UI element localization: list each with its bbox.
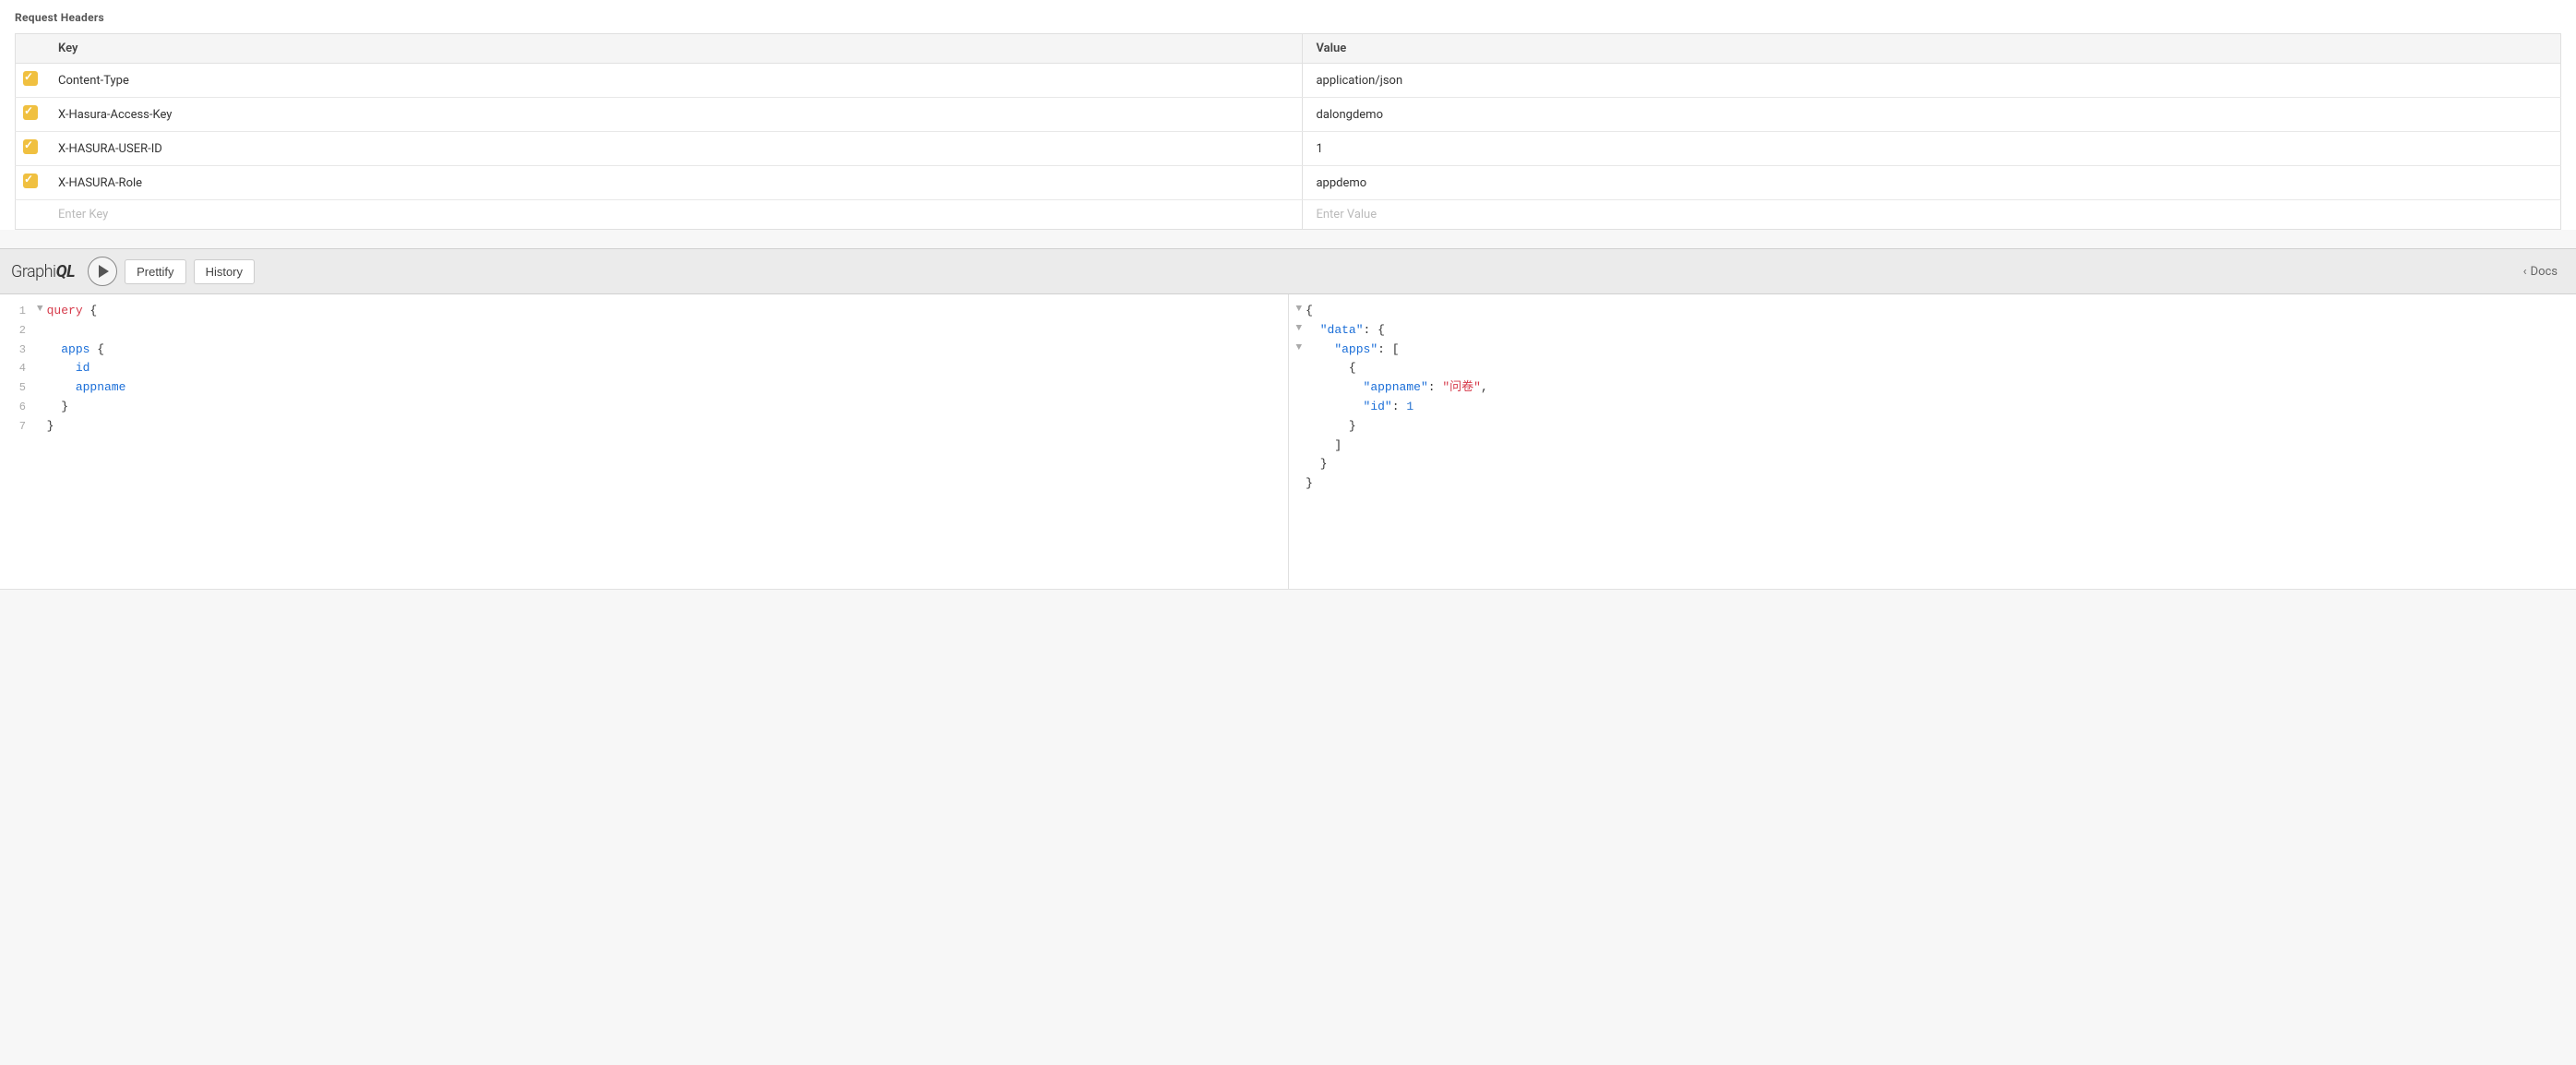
- empty-value-input[interactable]: Enter Value: [1303, 200, 2561, 230]
- result-line-2: ▼ "data" : {: [1289, 321, 2576, 341]
- query-editor[interactable]: 1 ▼ query { 2 3 apps { 4: [0, 294, 1288, 444]
- row-key[interactable]: Content-Type: [45, 64, 1303, 98]
- row-checkbox-cell[interactable]: [16, 166, 46, 200]
- query-line-4: 4 id: [0, 359, 1288, 378]
- checkbox-icon[interactable]: [23, 174, 38, 188]
- checkbox-icon[interactable]: [23, 105, 38, 120]
- row-value[interactable]: appdemo: [1303, 166, 2561, 200]
- value-placeholder: Enter Value: [1316, 208, 1377, 221]
- query-line-7: 7 }: [0, 417, 1288, 437]
- query-panel[interactable]: 1 ▼ query { 2 3 apps { 4: [0, 294, 1289, 589]
- result-line-4: {: [1289, 359, 2576, 378]
- headers-table: Key Value Content-Type application/json …: [15, 33, 2561, 230]
- result-line-3: ▼ "apps" : [: [1289, 341, 2576, 360]
- graphiql-ql: QL: [56, 262, 76, 281]
- empty-checkbox-cell: [16, 200, 46, 230]
- checkbox-icon[interactable]: [23, 139, 38, 154]
- result-line-5: "appname" : "问卷" ,: [1289, 378, 2576, 398]
- result-display: ▼ { ▼ "data" : { ▼ "apps" : [ {: [1289, 294, 2576, 501]
- result-panel: ▼ { ▼ "data" : { ▼ "apps" : [ {: [1289, 294, 2576, 589]
- row-checkbox-cell[interactable]: [16, 98, 46, 132]
- row-value[interactable]: 1: [1303, 132, 2561, 166]
- header-empty-row: Enter Key Enter Value: [16, 200, 2561, 230]
- empty-key-input[interactable]: Enter Key: [45, 200, 1303, 230]
- result-line-9: }: [1289, 455, 2576, 474]
- docs-chevron-icon: ‹: [2523, 265, 2527, 279]
- collapse-arrow-1[interactable]: ▼: [37, 302, 43, 318]
- col-header-key: Key: [45, 34, 1303, 64]
- result-line-8: ]: [1289, 437, 2576, 456]
- header-row: X-Hasura-Access-Key dalongdemo: [16, 98, 2561, 132]
- request-headers-section: Request Headers Key Value Content-Type a…: [0, 0, 2576, 230]
- row-checkbox-cell[interactable]: [16, 64, 46, 98]
- history-button[interactable]: History: [194, 259, 255, 284]
- query-line-1: 1 ▼ query {: [0, 302, 1288, 321]
- query-line-6: 6 }: [0, 398, 1288, 417]
- result-line-10: }: [1289, 474, 2576, 494]
- row-value[interactable]: dalongdemo: [1303, 98, 2561, 132]
- graphiql-title: GraphiQL: [11, 262, 75, 281]
- section-title: Request Headers: [15, 11, 2561, 24]
- result-line-6: "id" : 1: [1289, 398, 2576, 417]
- query-line-3: 3 apps {: [0, 341, 1288, 360]
- row-value[interactable]: application/json: [1303, 64, 2561, 98]
- row-checkbox-cell[interactable]: [16, 132, 46, 166]
- docs-link[interactable]: ‹ Docs: [2516, 261, 2565, 282]
- row-key[interactable]: X-Hasura-Access-Key: [45, 98, 1303, 132]
- row-key[interactable]: X-HASURA-Role: [45, 166, 1303, 200]
- col-header-checkbox: [16, 34, 46, 64]
- run-button[interactable]: [88, 257, 117, 286]
- run-triangle-icon: [99, 265, 109, 278]
- col-header-value: Value: [1303, 34, 2561, 64]
- row-key[interactable]: X-HASURA-USER-ID: [45, 132, 1303, 166]
- query-line-2: 2: [0, 321, 1288, 341]
- header-row: Content-Type application/json: [16, 64, 2561, 98]
- query-line-5: 5 appname: [0, 378, 1288, 398]
- checkbox-icon[interactable]: [23, 71, 38, 86]
- result-line-7: }: [1289, 417, 2576, 437]
- graphiql-editor-area: 1 ▼ query { 2 3 apps { 4: [0, 294, 2576, 590]
- docs-label: Docs: [2531, 265, 2558, 279]
- key-placeholder: Enter Key: [58, 208, 108, 221]
- prettify-button[interactable]: Prettify: [125, 259, 185, 284]
- header-row: X-HASURA-Role appdemo: [16, 166, 2561, 200]
- header-row: X-HASURA-USER-ID 1: [16, 132, 2561, 166]
- graphiql-toolbar: GraphiQL Prettify History ‹ Docs: [0, 248, 2576, 294]
- result-line-1: ▼ {: [1289, 302, 2576, 321]
